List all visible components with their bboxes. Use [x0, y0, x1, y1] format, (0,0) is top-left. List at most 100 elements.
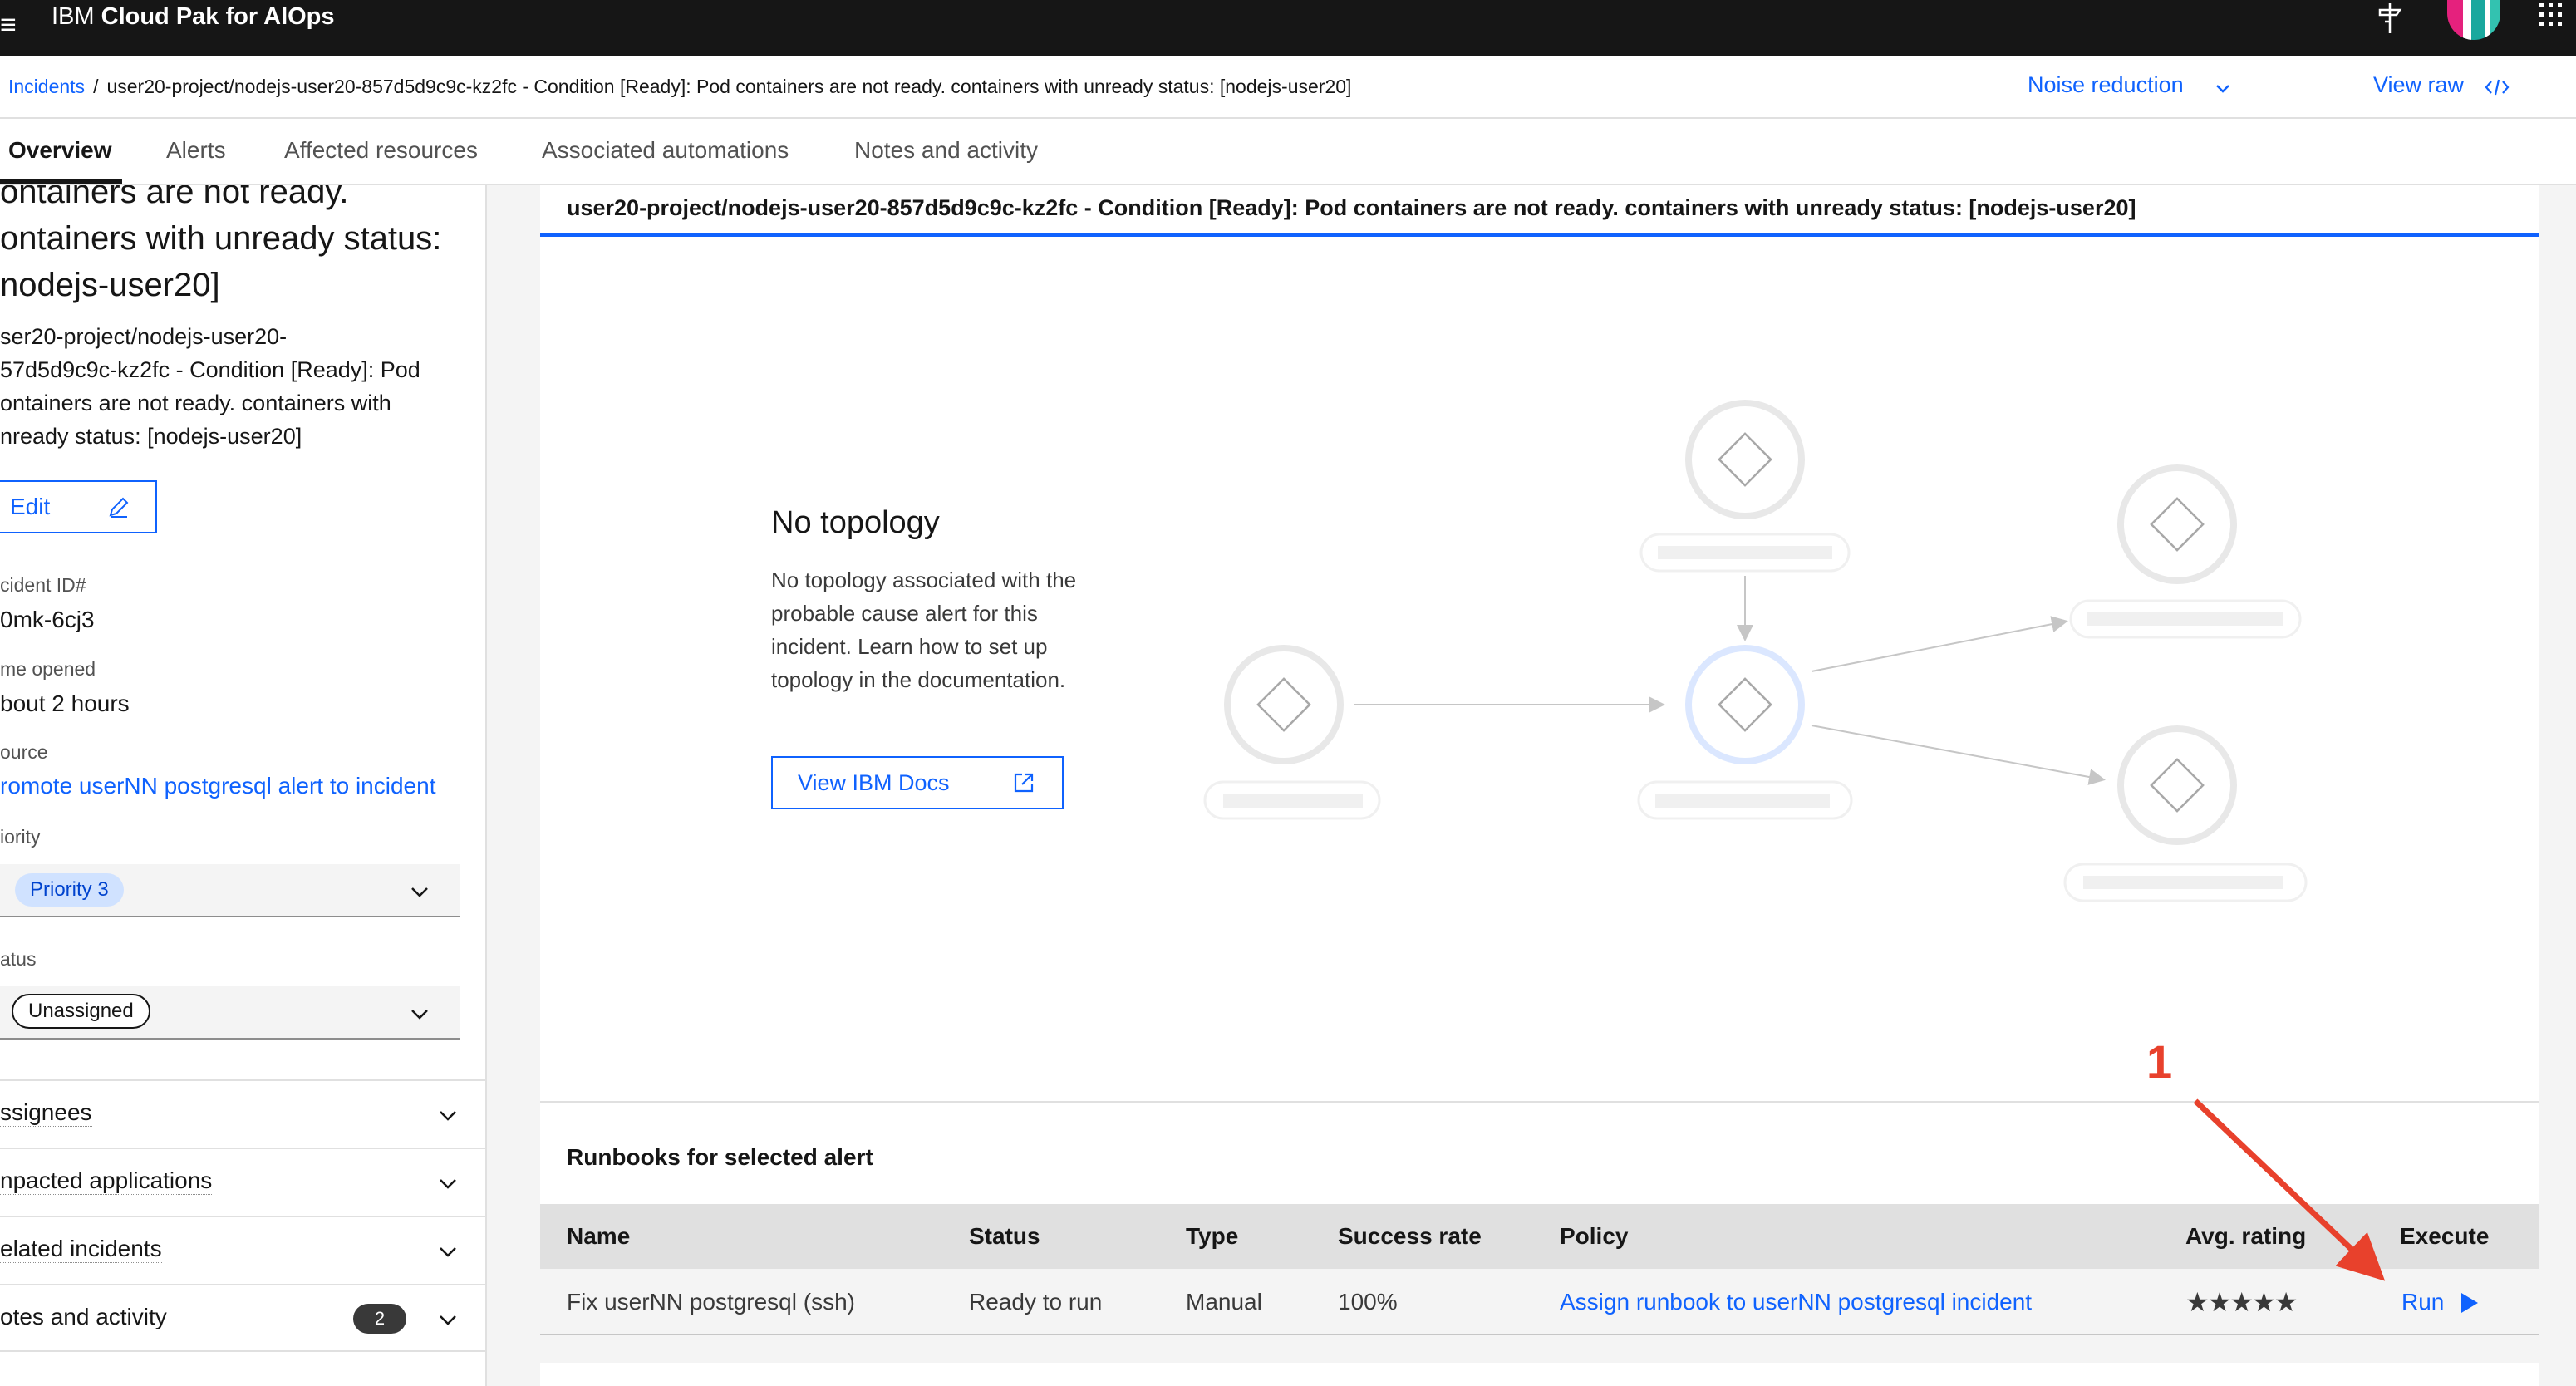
- source-policy-link[interactable]: romote userNN postgresql alert to incide…: [0, 773, 435, 799]
- accordion-label: npacted applications: [0, 1167, 213, 1195]
- runbook-name: Fix userNN postgresql (ssh): [567, 1289, 855, 1315]
- star-icon: ★: [2229, 1287, 2254, 1317]
- accordion-assignees[interactable]: ssignees: [0, 1079, 485, 1148]
- status-label: atus: [0, 948, 37, 970]
- priority-select[interactable]: Priority 3: [0, 864, 460, 917]
- chevron-down-icon: [411, 887, 428, 897]
- chevron-down-icon: [440, 1179, 456, 1189]
- priority-tag: Priority 3: [15, 873, 124, 907]
- runbook-policy-link[interactable]: Assign runbook to userNN postgresql inci…: [1560, 1269, 2032, 1335]
- annotation-number: 1: [2146, 1035, 2173, 1088]
- accordion-label: otes and activity: [0, 1304, 167, 1329]
- incident-description-line: ontainers are not ready. containers with: [0, 391, 391, 415]
- accordion-related-incidents[interactable]: elated incidents: [0, 1216, 485, 1284]
- app-brand[interactable]: IBM Cloud Pak for AIOps: [52, 0, 335, 33]
- view-raw-link[interactable]: View raw: [2373, 72, 2510, 98]
- breadcrumb-bar: Incidents / user20-project/nodejs-user20-8…: [0, 56, 2576, 119]
- code-icon: [2485, 79, 2510, 96]
- time-opened-label: me opened: [0, 658, 96, 680]
- runbooks-table-header: Name Status Type Success rate Policy Avg…: [540, 1204, 2539, 1269]
- no-topology-heading: No topology: [771, 505, 940, 540]
- chevron-down-icon: [440, 1111, 456, 1121]
- priority-label: iority: [0, 826, 41, 848]
- incident-title-line: ontainers with unready status:: [0, 220, 442, 257]
- topology-node-center: [1637, 645, 1853, 820]
- rating-stars: ★★★★★: [2185, 1287, 2298, 1317]
- app-switcher-icon[interactable]: [2536, 0, 2566, 40]
- topology-node: [1639, 400, 1851, 573]
- breadcrumb-separator: /: [93, 76, 99, 97]
- incident-description-line: nready status: [nodejs-user20]: [0, 424, 302, 449]
- column-header-execute: Execute: [2400, 1223, 2490, 1249]
- incident-title-line: nodejs-user20]: [0, 267, 220, 303]
- app-header: ≡ IBM Cloud Pak for AIOps: [0, 0, 2576, 56]
- notes-count-badge: 2: [353, 1304, 406, 1334]
- chevron-down-icon: [2216, 85, 2229, 93]
- incident-description: ser20-project/nodejs-user20- 57d5d9c9c-k…: [0, 320, 465, 453]
- incident-title-line: ontainers are not ready.: [0, 185, 349, 210]
- topology-node: [2069, 464, 2302, 639]
- next-section-edge: [540, 1363, 2539, 1386]
- chevron-down-icon: [440, 1315, 456, 1325]
- topology-panel: user20-project/nodejs-user20-857d5d9c9c-…: [540, 185, 2539, 1106]
- accordion-label: ssignees: [0, 1099, 92, 1127]
- incident-details-panel: ontainers are not ready. ontainers with …: [0, 185, 487, 1386]
- runbooks-title: Runbooks for selected alert: [567, 1144, 873, 1170]
- source-label: ource: [0, 741, 48, 763]
- accordion-notes-and-activity[interactable]: otes and activity 2: [0, 1284, 485, 1352]
- pencil-icon: [109, 497, 129, 518]
- external-link-icon: [1014, 773, 1034, 793]
- hamburger-menu-icon[interactable]: ≡: [0, 8, 20, 42]
- edit-button-label: Edit: [10, 494, 51, 519]
- chevron-down-icon: [440, 1247, 456, 1257]
- view-ibm-docs-label: View IBM Docs: [798, 770, 950, 795]
- run-button-label: Run: [2401, 1289, 2445, 1315]
- pin-icon[interactable]: [2373, 0, 2406, 40]
- user-avatar[interactable]: [2447, 0, 2500, 40]
- view-ibm-docs-button[interactable]: View IBM Docs: [771, 756, 1064, 809]
- tab-alerts[interactable]: Alerts: [156, 119, 236, 184]
- column-header-type: Type: [1186, 1223, 1239, 1249]
- runbook-type: Manual: [1186, 1289, 1262, 1315]
- incident-title: ontainers are not ready. ontainers with …: [0, 185, 482, 308]
- tab-associated-automations[interactable]: Associated automations: [532, 119, 799, 184]
- incident-description-line: ser20-project/nodejs-user20-: [0, 324, 288, 349]
- tab-bar: Overview Alerts Affected resources Assoc…: [0, 119, 2576, 185]
- play-icon: [2461, 1293, 2478, 1313]
- status-tag: Unassigned: [12, 994, 150, 1029]
- topology-node: [2063, 725, 2308, 902]
- chevron-down-icon: [411, 1010, 428, 1020]
- accordion-label: elated incidents: [0, 1236, 162, 1263]
- no-topology-description: No topology associated with the probable…: [771, 568, 1077, 692]
- table-row: Fix userNN postgresql (ssh) Ready to run…: [540, 1269, 2539, 1335]
- incident-description-line: 57d5d9c9c-kz2fc - Condition [Ready]: Pod: [0, 357, 420, 382]
- column-header-success-rate: Success rate: [1338, 1223, 1482, 1249]
- star-icon: ★: [2274, 1287, 2298, 1317]
- breadcrumb-incidents-link[interactable]: Incidents: [8, 76, 85, 97]
- edit-button[interactable]: Edit: [0, 480, 157, 533]
- noise-reduction-dropdown[interactable]: Noise reduction: [2028, 72, 2229, 98]
- column-header-policy: Policy: [1560, 1223, 1629, 1249]
- star-icon: ★: [2252, 1287, 2276, 1317]
- brand-name: Cloud Pak for AIOps: [101, 3, 335, 30]
- column-header-name: Name: [567, 1223, 631, 1249]
- run-button[interactable]: Run: [2401, 1269, 2478, 1335]
- view-raw-label: View raw: [2373, 72, 2465, 97]
- time-opened-value: bout 2 hours: [0, 691, 130, 716]
- tab-overview[interactable]: Overview: [0, 119, 122, 184]
- breadcrumb-current: user20-project/nodejs-user20-857d5d9c9c-…: [106, 76, 1352, 97]
- incident-id-value: 0mk-6cj3: [0, 607, 95, 632]
- accordion-impacted-applications[interactable]: npacted applications: [0, 1148, 485, 1216]
- status-select[interactable]: Unassigned: [0, 986, 460, 1040]
- tab-notes-and-activity[interactable]: Notes and activity: [844, 119, 1048, 184]
- incident-id-label: cident ID#: [0, 574, 86, 596]
- runbook-success-rate: 100%: [1338, 1289, 1398, 1315]
- brand-prefix: IBM: [52, 3, 95, 30]
- column-header-status: Status: [969, 1223, 1040, 1249]
- star-icon: ★: [2185, 1287, 2210, 1317]
- column-header-avg-rating: Avg. rating: [2185, 1223, 2307, 1249]
- tab-affected-resources[interactable]: Affected resources: [274, 119, 488, 184]
- breadcrumb: Incidents / user20-project/nodejs-user20-8…: [8, 76, 1351, 98]
- runbooks-section: Runbooks for selected alert Name Status …: [540, 1103, 2539, 1335]
- runbook-status: Ready to run: [969, 1289, 1103, 1315]
